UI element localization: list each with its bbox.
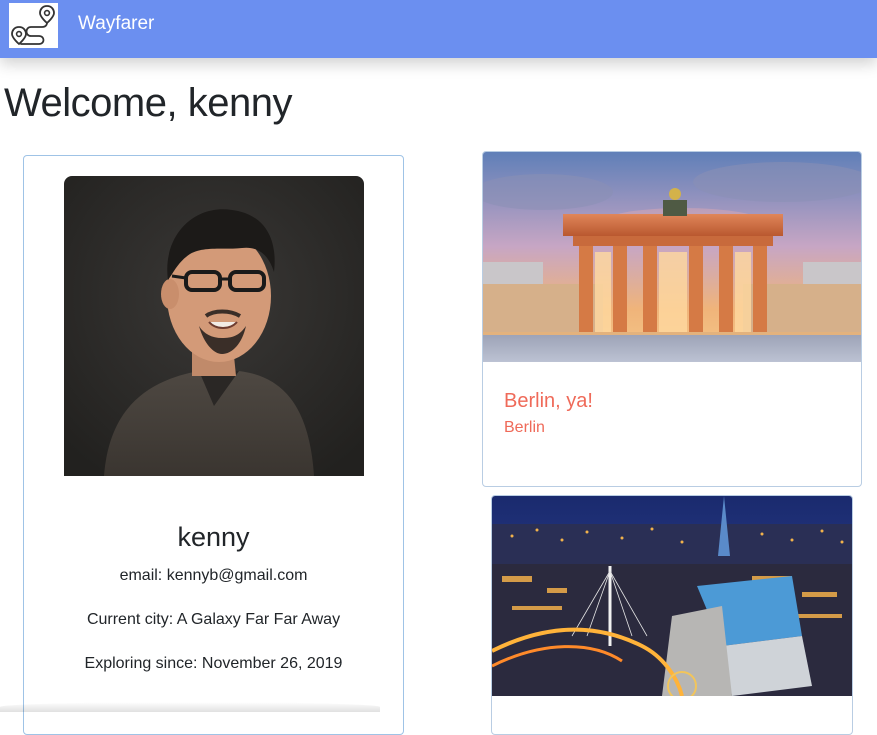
- profile-photo: [64, 176, 364, 476]
- profile-exploring-since: Exploring since: November 26, 2019: [84, 655, 343, 672]
- post-image[interactable]: [492, 496, 852, 701]
- bottom-shadow: [0, 702, 380, 712]
- home-logo-link[interactable]: [9, 3, 58, 48]
- top-navbar: Wayfarer: [0, 0, 877, 58]
- profile-name: kenny: [177, 522, 250, 552]
- post-card[interactable]: [491, 495, 853, 735]
- page-title: Welcome, kenny: [4, 81, 292, 125]
- brand-link[interactable]: Wayfarer: [78, 13, 154, 35]
- profile-card: kenny email: kennyb@gmail.com Current ci…: [23, 155, 404, 735]
- post-city: Berlin: [504, 419, 545, 436]
- post-image[interactable]: [483, 152, 861, 367]
- profile-current-city: Current city: A Galaxy Far Far Away: [86, 611, 341, 628]
- post-card[interactable]: Berlin, ya! Berlin: [482, 151, 862, 487]
- post-title[interactable]: Berlin, ya!: [504, 390, 593, 413]
- map-route-icon: [11, 5, 55, 46]
- profile-email: email: kennyb@gmail.com: [119, 567, 308, 584]
